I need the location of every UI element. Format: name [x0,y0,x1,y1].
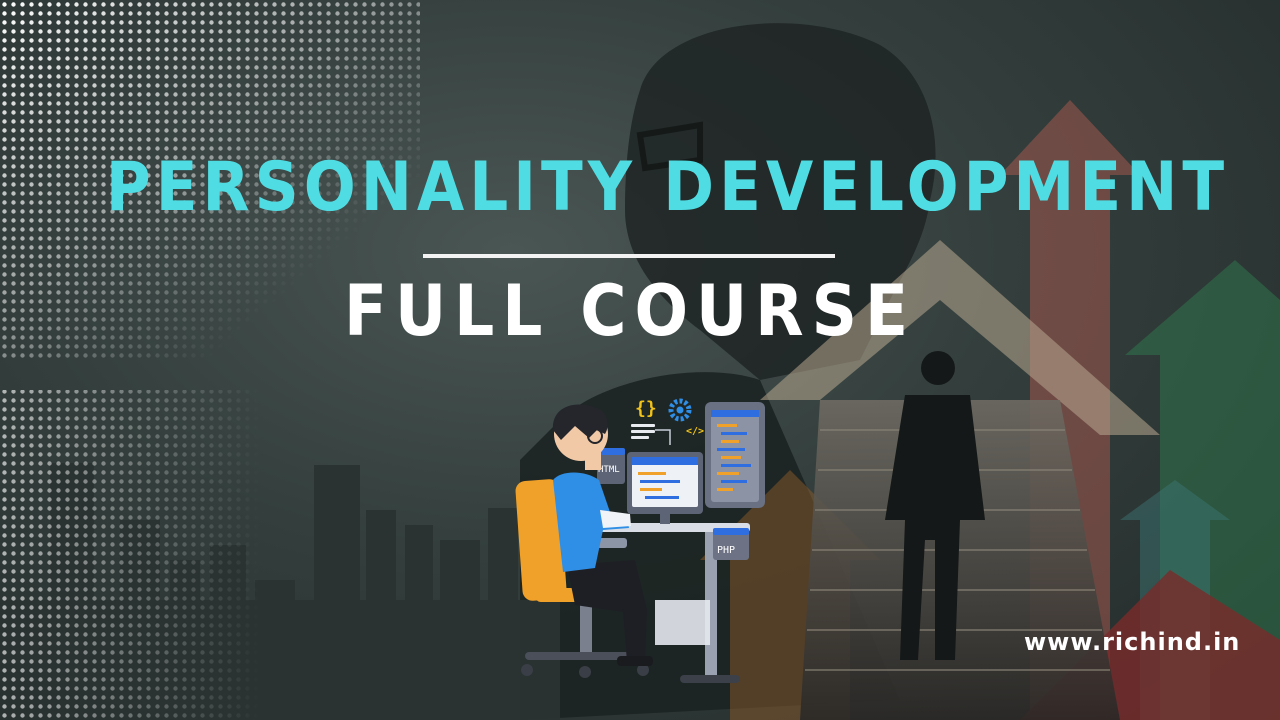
html-label: HTML [598,465,620,475]
php-label: PHP [717,545,735,556]
lines-icon [631,424,655,439]
developer-person [552,404,653,666]
gear-icon [668,398,692,422]
monitor-main [627,452,703,524]
developer-illustration: PHP HTML {} </> [515,398,765,683]
course-subtitle: FULL COURSE [343,270,917,352]
code-tag-icon: </> [686,426,704,437]
website-url: www.richind.in [1024,628,1241,656]
php-tag-icon: PHP [713,528,749,560]
title-divider [423,254,835,258]
course-banner: PHP HTML {} </> PERSONALITY DEVELOPMENT … [0,0,1280,720]
monitor-html: HTML [597,448,625,484]
course-title: PERSONALITY DEVELOPMENT [105,148,1230,227]
braces-icon: {} [635,398,657,419]
code-panel [705,402,765,508]
